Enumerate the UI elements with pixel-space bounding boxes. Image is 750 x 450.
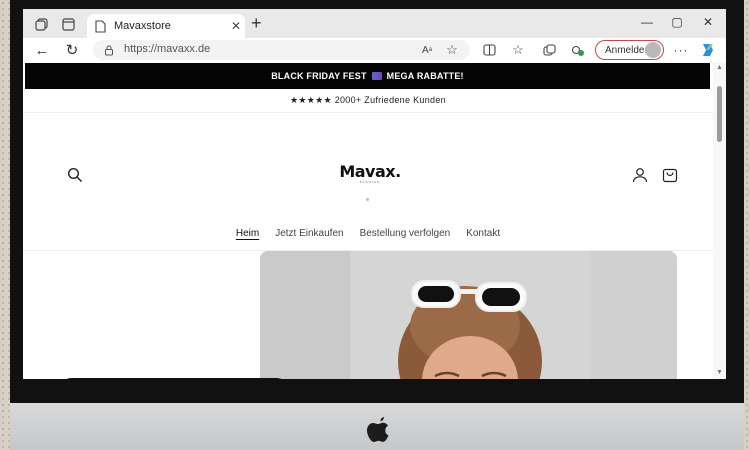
read-aloud-icon[interactable]: Aa bbox=[420, 43, 434, 57]
menu-item-kontakt[interactable]: Kontakt bbox=[466, 228, 500, 244]
lock-icon[interactable] bbox=[102, 43, 116, 57]
tab-bar: Mavaxstore ✕ + — ▢ ✕ bbox=[23, 9, 726, 38]
search-icon[interactable] bbox=[67, 167, 83, 183]
menu-item-heim[interactable]: Heim bbox=[236, 228, 259, 244]
hero-photo bbox=[260, 251, 677, 379]
tab-title: Mavaxstore bbox=[114, 20, 171, 32]
close-window-button[interactable]: ✕ bbox=[700, 15, 716, 29]
copilot-icon[interactable] bbox=[700, 42, 716, 58]
url-text: https://mavaxx.de bbox=[124, 43, 211, 55]
store-page: BLACK FRIDAY FEST MEGA RABATTE! ★★★★★ 20… bbox=[23, 62, 713, 379]
address-toolbar: ← ↻ https://mavaxx.de Aa ☆ ☆ Anmelden ··… bbox=[23, 38, 726, 62]
vertical-scrollbar[interactable]: ▲ ▼ bbox=[713, 62, 726, 379]
back-icon[interactable]: ← bbox=[33, 41, 51, 59]
vertical-tabs-icon[interactable] bbox=[60, 16, 76, 32]
logo-text: Mavax. bbox=[339, 162, 401, 181]
refresh-icon[interactable]: ↻ bbox=[63, 41, 81, 59]
logo-dot bbox=[366, 198, 369, 201]
tab-mavaxstore[interactable]: Mavaxstore ✕ bbox=[87, 14, 245, 38]
floating-pill[interactable] bbox=[61, 378, 287, 379]
announcement-bar: BLACK FRIDAY FEST MEGA RABATTE! bbox=[25, 63, 710, 89]
store-logo[interactable]: Mavax. FASHION bbox=[339, 162, 401, 184]
flag-icon bbox=[371, 72, 382, 80]
scroll-down-icon[interactable]: ▼ bbox=[716, 369, 723, 376]
signin-label: Anmelden bbox=[605, 44, 651, 56]
apple-logo-icon bbox=[367, 417, 389, 442]
avatar bbox=[645, 42, 661, 58]
main-menu: Heim Jetzt Einkaufen Bestellung verfolge… bbox=[23, 228, 713, 244]
cart-icon[interactable] bbox=[662, 167, 678, 183]
signin-button[interactable]: Anmelden bbox=[595, 40, 664, 60]
scroll-thumb[interactable] bbox=[717, 86, 722, 142]
more-icon[interactable]: ··· bbox=[673, 42, 689, 58]
collections-icon[interactable] bbox=[541, 42, 557, 58]
menu-item-bestellung-verfolgen[interactable]: Bestellung verfolgen bbox=[360, 228, 451, 244]
user-icon[interactable] bbox=[632, 167, 648, 183]
reviews-banner: ★★★★★ 2000+ Zufriedene Kunden bbox=[23, 89, 713, 113]
extensions-icon[interactable] bbox=[570, 42, 586, 58]
minimize-button[interactable]: — bbox=[639, 15, 655, 29]
split-screen-icon[interactable] bbox=[481, 42, 497, 58]
menu-item-jetzt-einkaufen[interactable]: Jetzt Einkaufen bbox=[275, 228, 343, 244]
announcement-left: BLACK FRIDAY FEST bbox=[271, 71, 367, 81]
hero-image bbox=[260, 251, 677, 379]
favorites-icon[interactable]: ☆ bbox=[510, 42, 526, 58]
favorite-icon[interactable]: ☆ bbox=[445, 42, 459, 57]
page-icon bbox=[95, 19, 106, 33]
browser-window: Mavaxstore ✕ + — ▢ ✕ ← ↻ https://mavaxx.… bbox=[23, 9, 726, 379]
tabs-icon[interactable] bbox=[33, 16, 49, 32]
address-bar[interactable]: https://mavaxx.de Aa ☆ bbox=[93, 40, 470, 60]
announcement-right: MEGA RABATTE! bbox=[386, 71, 464, 81]
tab-close-icon[interactable]: ✕ bbox=[227, 19, 245, 33]
new-tab-button[interactable]: + bbox=[251, 14, 262, 32]
maximize-button[interactable]: ▢ bbox=[669, 15, 685, 29]
scroll-up-icon[interactable]: ▲ bbox=[716, 64, 723, 71]
